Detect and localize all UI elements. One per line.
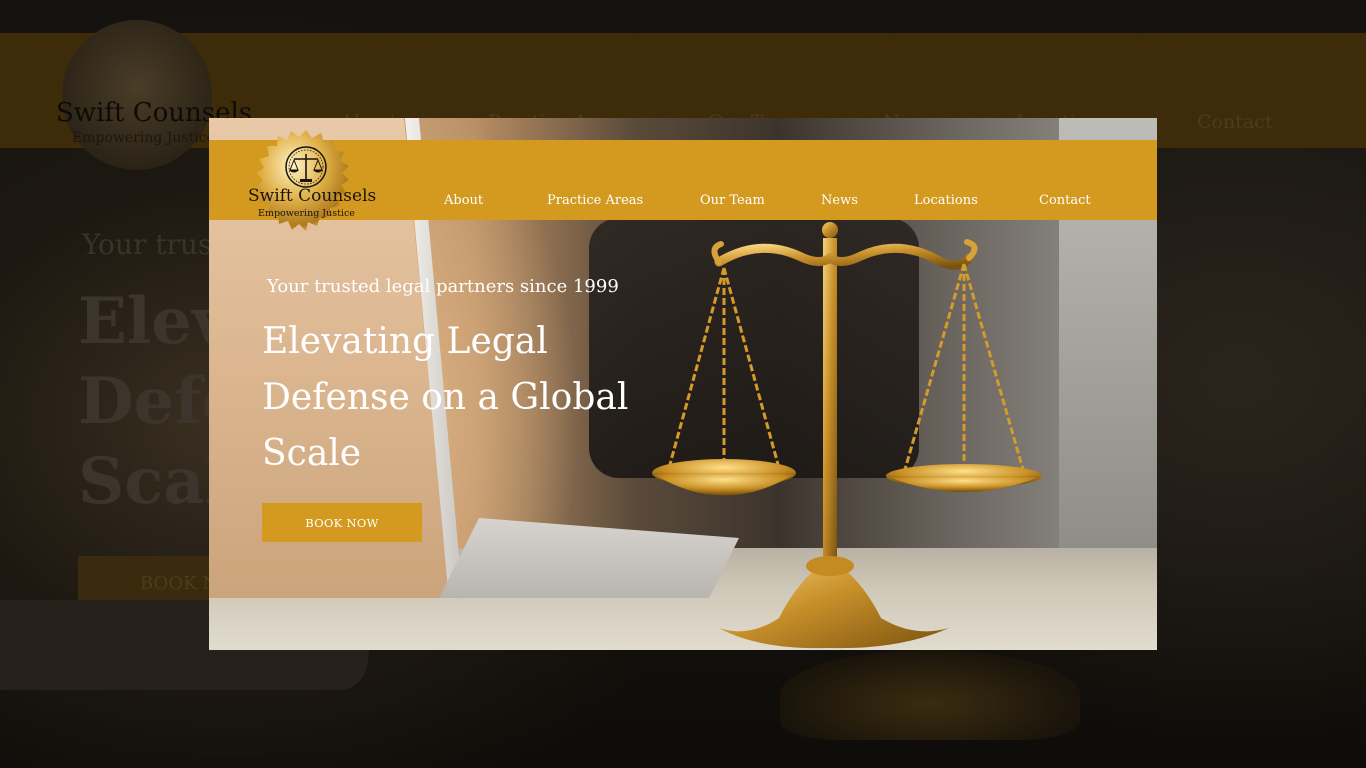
brand-name[interactable]: Swift Counsels: [248, 186, 376, 206]
backdrop-tagline: Your trus: [82, 228, 213, 261]
backdrop-scale-base: [780, 650, 1080, 740]
nav-practice-areas[interactable]: Practice Areas: [547, 193, 643, 208]
nav-locations[interactable]: Locations: [914, 193, 978, 208]
backdrop-brand-tagline: Empowering Justice: [72, 130, 215, 146]
nav-our-team[interactable]: Our Team: [700, 193, 765, 208]
brand-tagline: Empowering Justice: [258, 208, 355, 219]
nav-about[interactable]: About: [444, 193, 483, 208]
nav-news[interactable]: News: [821, 193, 858, 208]
scales-of-justice-illustration: [652, 222, 1042, 649]
hero-tagline: Your trusted legal partners since 1999: [267, 276, 619, 297]
nav-contact[interactable]: Contact: [1039, 193, 1091, 208]
backdrop-nav-contact: Contact: [1197, 111, 1273, 133]
book-now-button[interactable]: BOOK NOW: [262, 503, 422, 542]
hero-headline: Elevating Legal Defense on a Global Scal…: [262, 321, 629, 474]
backdrop-logo-badge: [62, 20, 212, 170]
